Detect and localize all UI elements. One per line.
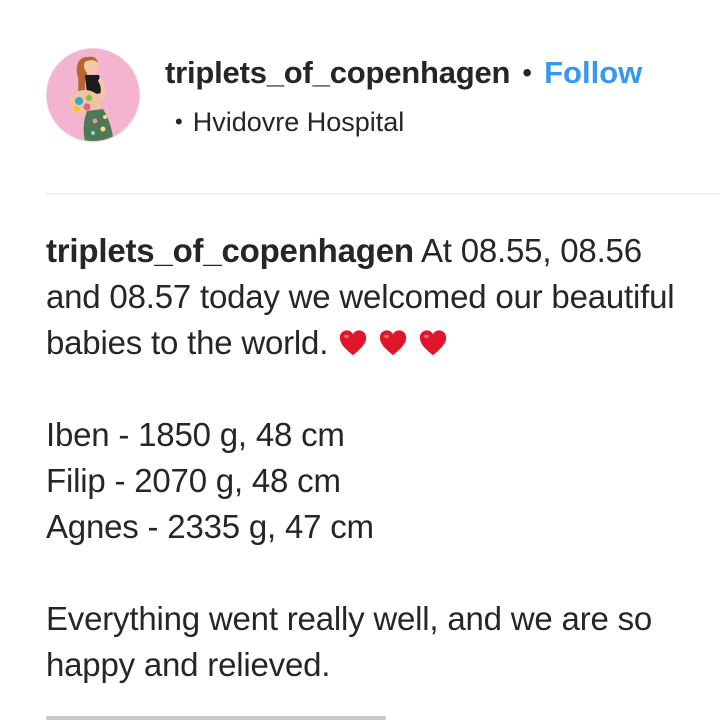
red-heart-icon: [378, 328, 408, 358]
profile-photo-avatar: [47, 49, 139, 141]
baby-line-iben: Iben - 1850 g, 48 cm: [46, 416, 345, 453]
caption-closing-paragraph: Everything went really well, and we are …: [46, 600, 653, 683]
location-bullet: •: [175, 109, 183, 134]
location-label: Hvidovre Hospital: [192, 106, 405, 137]
red-heart-icon: [338, 328, 368, 358]
truncated-next-line: [46, 710, 446, 720]
baby-line-agnes: Agnes - 2335 g, 47 cm: [46, 508, 374, 545]
header-divider: [46, 193, 720, 195]
post-caption: triplets_of_copenhagen At 08.55, 08.56 a…: [46, 228, 686, 688]
post-header: triplets_of_copenhagen • Follow • Hvidov…: [0, 0, 720, 195]
red-heart-icon: [418, 328, 448, 358]
location-link[interactable]: • Hvidovre Hospital: [175, 104, 404, 140]
username-link[interactable]: triplets_of_copenhagen: [165, 55, 510, 91]
caption-intro-paragraph: triplets_of_copenhagen At 08.55, 08.56 a…: [46, 228, 686, 366]
separator-dot: •: [522, 57, 533, 88]
baby-line-filip: Filip - 2070 g, 48 cm: [46, 462, 341, 499]
follow-button[interactable]: Follow: [544, 55, 642, 91]
header-title-row: triplets_of_copenhagen • Follow: [165, 52, 642, 94]
caption-username-link[interactable]: triplets_of_copenhagen: [46, 232, 414, 269]
avatar[interactable]: [46, 48, 140, 142]
